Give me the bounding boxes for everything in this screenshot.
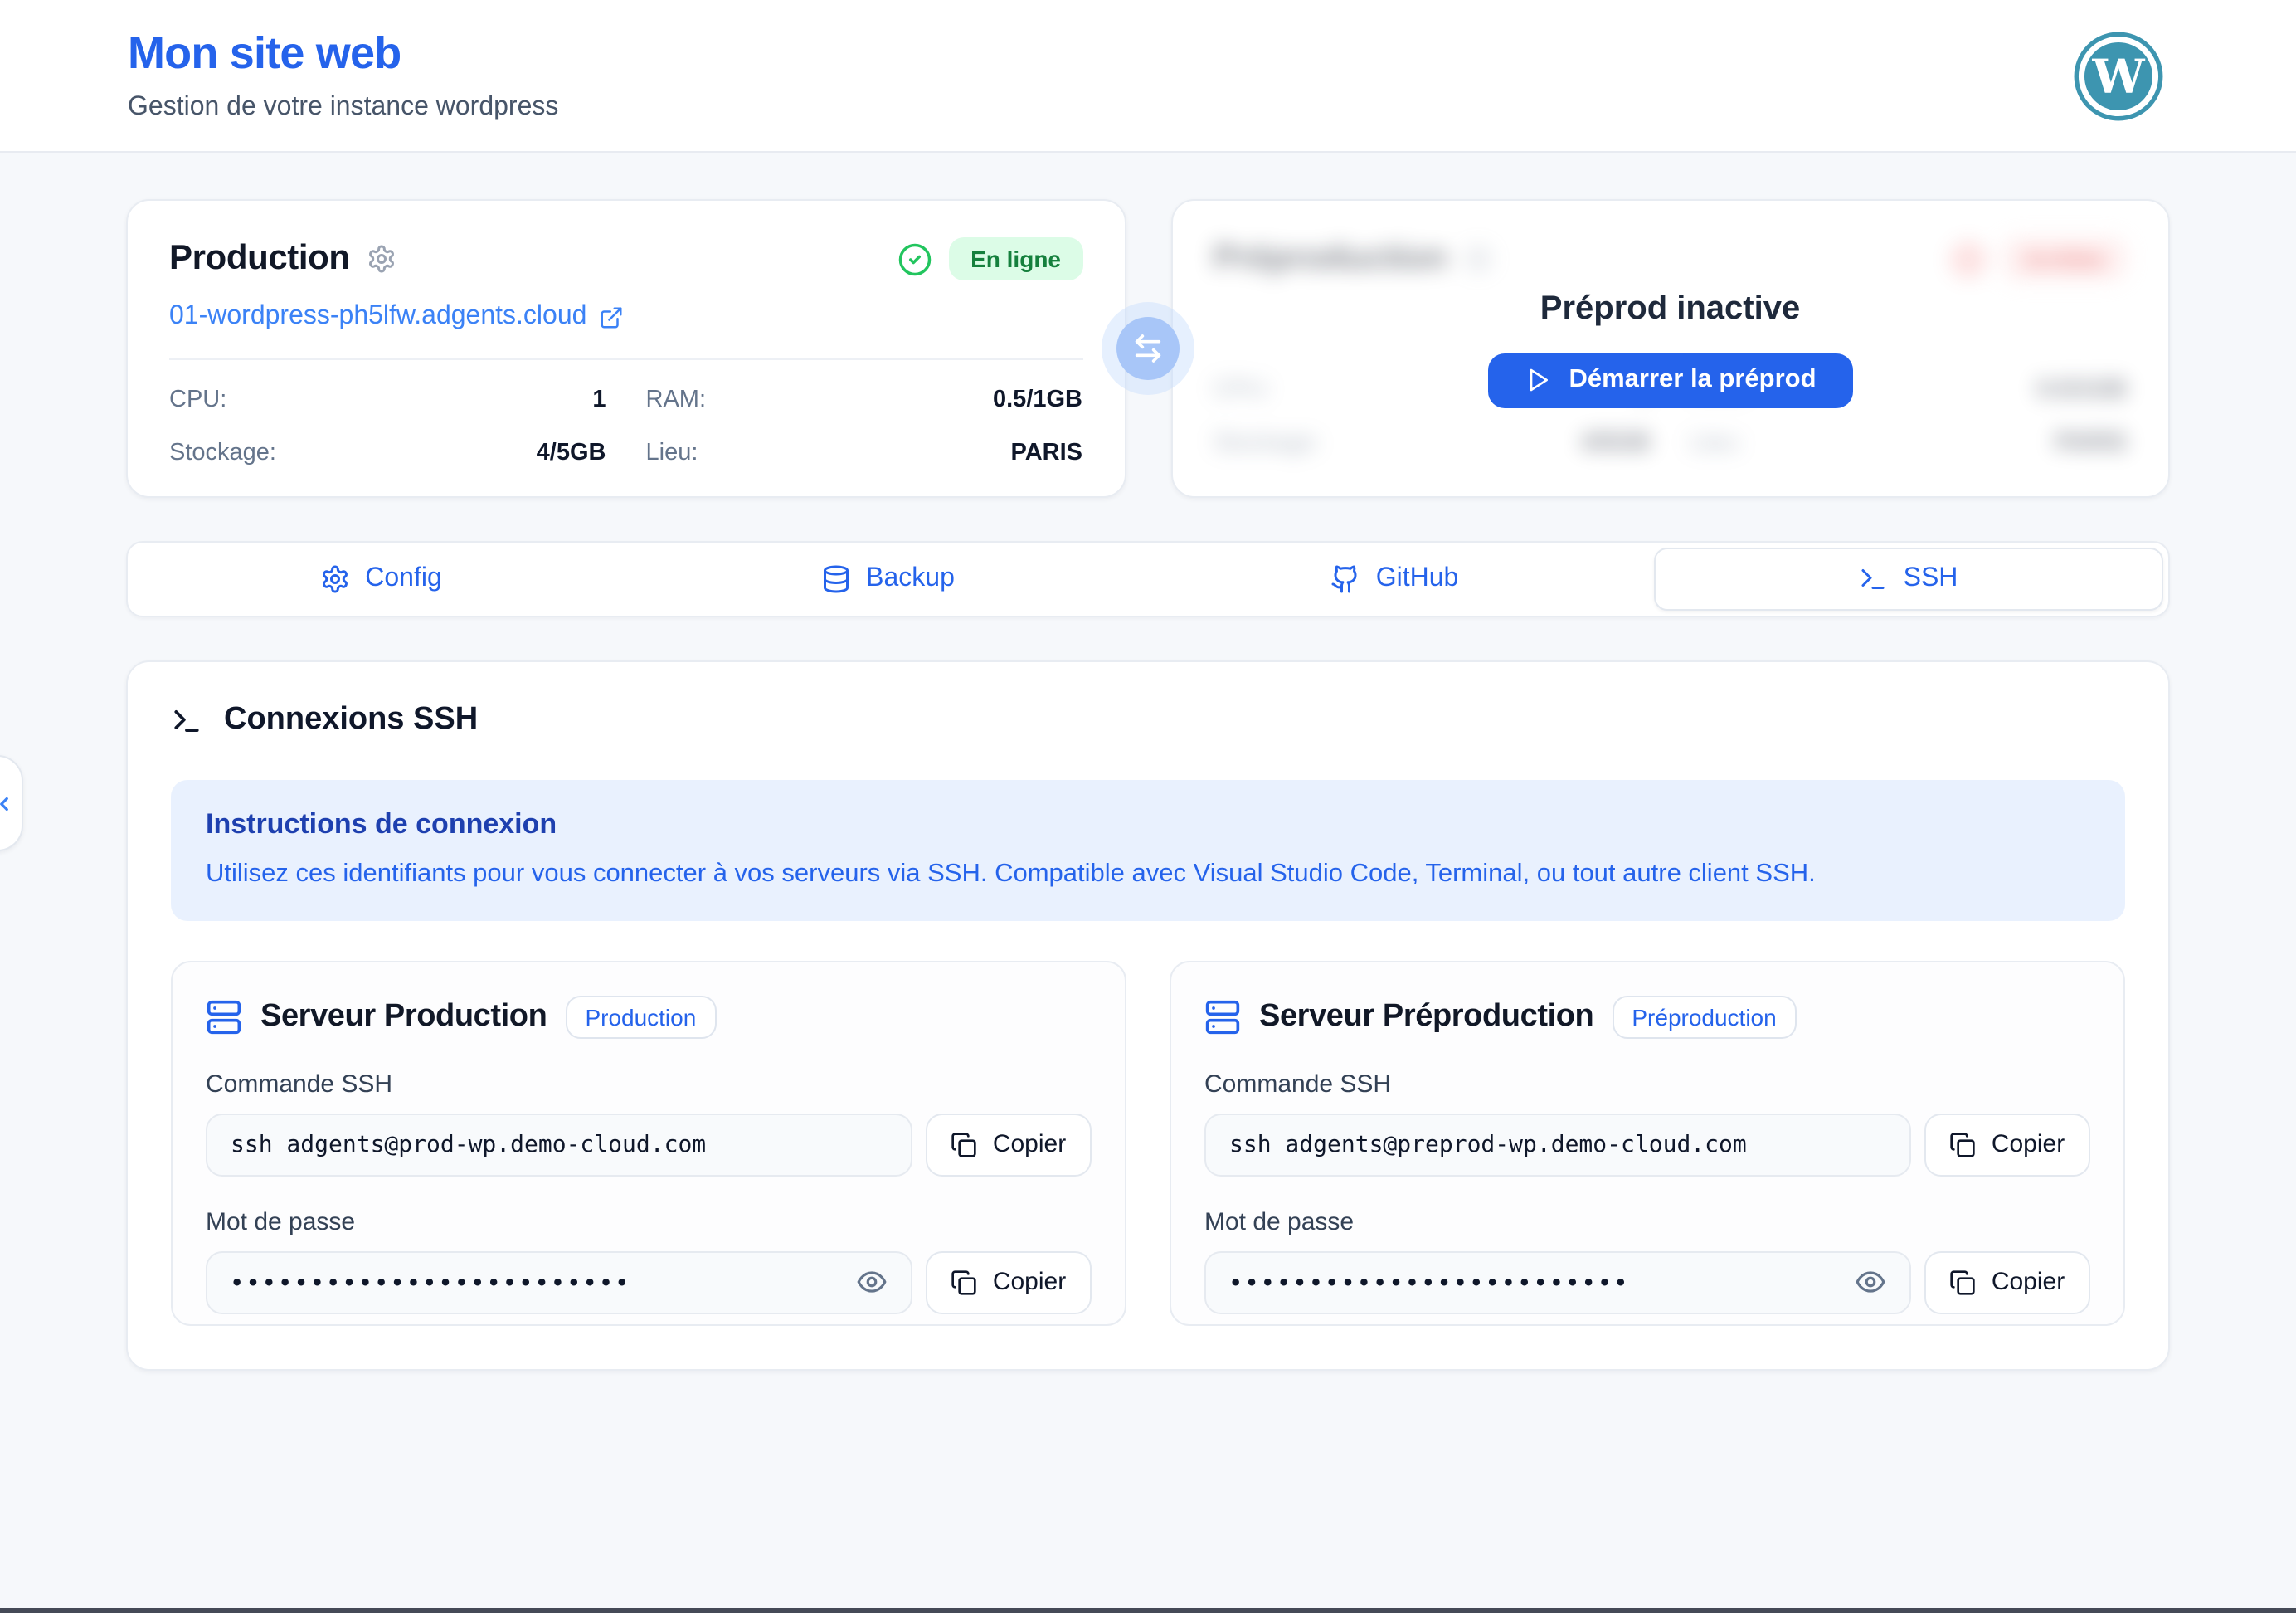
play-icon <box>1524 367 1550 393</box>
database-icon <box>821 564 851 594</box>
server-cards-row: Serveur Production Production Commande S… <box>171 961 2125 1326</box>
password-field[interactable]: ••••••••••••••••••••••••• <box>1204 1251 1911 1314</box>
start-preprod-label: Démarrer la préprod <box>1569 365 1816 395</box>
divider <box>169 358 1082 360</box>
svg-text:W: W <box>2091 48 2145 103</box>
tab-backup-label: Backup <box>866 564 955 594</box>
status-badge: En ligne <box>949 237 1082 280</box>
production-card-title: Production <box>169 239 350 279</box>
page-header: Mon site web Gestion de votre instance w… <box>0 0 2296 153</box>
command-label: Commande SSH <box>1204 1070 2090 1099</box>
server-card-preproduction: Serveur Préproduction Préproduction Comm… <box>1170 961 2125 1326</box>
server-title: Serveur Préproduction <box>1259 999 1593 1036</box>
terminal-icon <box>171 704 202 736</box>
tab-ssh-label: SSH <box>1904 564 1958 594</box>
environment-cards-row: Production En ligne 01-wordpress-ph5lfw.… <box>126 199 2170 498</box>
ssh-connections-card: Connexions SSH Instructions de connexion… <box>126 660 2170 1371</box>
password-field[interactable]: ••••••••••••••••••••••••• <box>206 1251 912 1314</box>
copy-password-button[interactable]: Copier <box>1924 1251 2090 1314</box>
wordpress-icon: W <box>2074 31 2163 120</box>
eye-icon[interactable] <box>1855 1267 1886 1299</box>
chevron-left-icon <box>0 792 15 814</box>
stat-label: Stockage: <box>169 440 276 466</box>
copy-command-button[interactable]: Copier <box>926 1114 1092 1177</box>
gear-icon <box>320 564 350 594</box>
tab-config[interactable]: Config <box>128 543 635 616</box>
production-url-text: 01-wordpress-ph5lfw.adgents.cloud <box>169 302 586 332</box>
ssh-instructions-box: Instructions de connexion Utilisez ces i… <box>171 780 2125 921</box>
window-bottom-edge <box>0 1608 2296 1613</box>
stat-label: RAM: <box>646 387 707 413</box>
command-label: Commande SSH <box>206 1070 1092 1099</box>
terminal-icon <box>1859 564 1889 594</box>
server-icon <box>206 999 242 1036</box>
stat-value: 4/5GB <box>537 440 606 466</box>
header-text: Mon site web Gestion de votre instance w… <box>128 29 558 122</box>
preproduction-inactive-overlay: Préprod inactive Démarrer la préprod <box>1172 201 2168 496</box>
server-card-production: Serveur Production Production Commande S… <box>171 961 1126 1326</box>
copy-label: Copier <box>993 1269 1066 1297</box>
page-title: Mon site web <box>128 29 558 80</box>
eye-icon[interactable] <box>856 1267 888 1299</box>
password-label: Mot de passe <box>206 1208 1092 1236</box>
password-masked-value: ••••••••••••••••••••••••• <box>1229 1271 1631 1294</box>
tab-config-label: Config <box>365 564 442 594</box>
copy-label: Copier <box>1992 1131 2065 1159</box>
tab-github[interactable]: GitHub <box>1141 543 1648 616</box>
server-title: Serveur Production <box>260 999 547 1036</box>
env-badge: Production <box>565 996 716 1039</box>
tab-backup[interactable]: Backup <box>635 543 1141 616</box>
sidebar-collapse-handle[interactable] <box>0 755 23 851</box>
copy-password-button[interactable]: Copier <box>926 1251 1092 1314</box>
copy-icon <box>951 1269 978 1296</box>
env-badge: Préproduction <box>1612 996 1796 1039</box>
production-url-link[interactable]: 01-wordpress-ph5lfw.adgents.cloud <box>169 302 623 332</box>
copy-icon <box>1950 1132 1977 1158</box>
swap-arrows-icon <box>1131 332 1165 365</box>
ssh-command-field[interactable]: ssh adgents@prod-wp.demo-cloud.com <box>206 1114 912 1177</box>
instructions-body: Utilisez ces identifiants pour vous conn… <box>206 858 2090 893</box>
stat-label: Lieu: <box>646 440 698 466</box>
server-icon <box>1204 999 1241 1036</box>
ssh-command-field[interactable]: ssh adgents@preprod-wp.demo-cloud.com <box>1204 1114 1911 1177</box>
stat-value: 1 <box>592 387 606 413</box>
tab-github-label: GitHub <box>1376 564 1459 594</box>
gear-icon[interactable] <box>367 244 396 274</box>
swap-environments-button[interactable] <box>1116 317 1180 380</box>
external-link-icon <box>598 305 623 329</box>
check-circle-icon <box>897 241 932 276</box>
copy-icon <box>951 1132 978 1158</box>
tab-ssh[interactable]: SSH <box>1653 548 2163 611</box>
page-subtitle: Gestion de votre instance wordpress <box>128 92 558 122</box>
preprod-inactive-label: Préprod inactive <box>1540 290 1800 328</box>
ssh-section-title-text: Connexions SSH <box>224 702 478 738</box>
password-masked-value: ••••••••••••••••••••••••• <box>231 1271 632 1294</box>
stat-label: CPU: <box>169 387 226 413</box>
copy-command-button[interactable]: Copier <box>1924 1114 2090 1177</box>
copy-icon <box>1950 1269 1977 1296</box>
production-stats: CPU: 1 RAM: 0.5/1GB Stockage: 4/5GB Lieu: PA… <box>169 387 1082 466</box>
copy-label: Copier <box>993 1131 1066 1159</box>
github-icon <box>1331 564 1361 594</box>
production-card: Production En ligne 01-wordpress-ph5lfw.… <box>126 199 1126 498</box>
preproduction-card: Préproduction Arrêtée CPU:1 RAM:0.5/ <box>1170 199 2170 498</box>
start-preprod-button[interactable]: Démarrer la préprod <box>1487 353 1852 407</box>
app-root: Mon site web Gestion de votre instance w… <box>0 0 2296 1613</box>
tool-tabbar: Config Backup GitHub SSH <box>126 541 2170 617</box>
password-label: Mot de passe <box>1204 1208 2090 1236</box>
stat-value: PARIS <box>1011 440 1083 466</box>
copy-label: Copier <box>1992 1269 2065 1297</box>
ssh-section-title: Connexions SSH <box>171 702 2125 738</box>
instructions-title: Instructions de connexion <box>206 808 2090 841</box>
stat-value: 0.5/1GB <box>993 387 1082 413</box>
